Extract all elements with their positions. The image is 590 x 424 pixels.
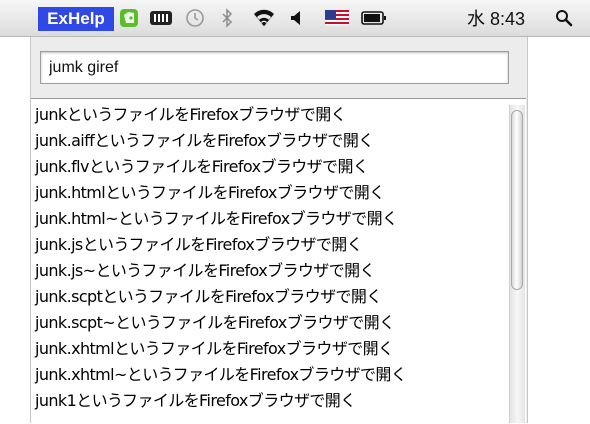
volume-icon[interactable] <box>288 8 304 28</box>
list-item[interactable]: junk1というファイルをFirefoxブラウザで開く <box>35 389 356 413</box>
evernote-icon[interactable] <box>118 8 140 28</box>
list-item[interactable]: junk.scptというファイルをFirefoxブラウザで開く <box>35 285 382 309</box>
us-flag-input-icon[interactable] <box>324 8 350 28</box>
battery-icon[interactable] <box>360 8 388 28</box>
list-item[interactable]: junk.html~というファイルをFirefoxブラウザで開く <box>35 207 398 231</box>
list-item[interactable]: junk.htmlというファイルをFirefoxブラウザで開く <box>35 181 385 205</box>
list-item[interactable]: junk.js~というファイルをFirefoxブラウザで開く <box>35 259 376 283</box>
results-list[interactable]: junkというファイルをFirefoxブラウザで開く junk.aiffというフ… <box>31 98 526 424</box>
list-item[interactable]: junk.flvというファイルをFirefoxブラウザで開く <box>35 155 369 179</box>
search-input[interactable] <box>40 51 509 84</box>
clock[interactable]: 水 8:43 <box>467 8 525 30</box>
time-machine-icon[interactable] <box>184 8 206 28</box>
list-item[interactable]: junk.xhtml~というファイルをFirefoxブラウザで開く <box>35 363 407 387</box>
scrollbar-thumb[interactable] <box>511 110 523 290</box>
bluetooth-icon[interactable] <box>219 8 235 28</box>
list-item[interactable]: junk.xhtmlというファイルをFirefoxブラウザで開く <box>35 337 394 361</box>
spotlight-search-icon[interactable] <box>553 8 575 28</box>
menu-bar: ExHelp 水 8:43 <box>0 0 590 37</box>
list-item[interactable]: junk.aiffというファイルをFirefoxブラウザで開く <box>35 129 374 153</box>
wifi-icon[interactable] <box>251 8 277 28</box>
list-item[interactable]: junk.jsというファイルをFirefoxブラウザで開く <box>35 233 363 257</box>
list-item[interactable]: junkというファイルをFirefoxブラウザで開く <box>35 103 347 127</box>
app-menu-exhelp[interactable]: ExHelp <box>38 7 114 31</box>
battery-meter-icon[interactable] <box>148 8 174 28</box>
list-item[interactable]: junk.scpt~というファイルをFirefoxブラウザで開く <box>35 311 395 335</box>
